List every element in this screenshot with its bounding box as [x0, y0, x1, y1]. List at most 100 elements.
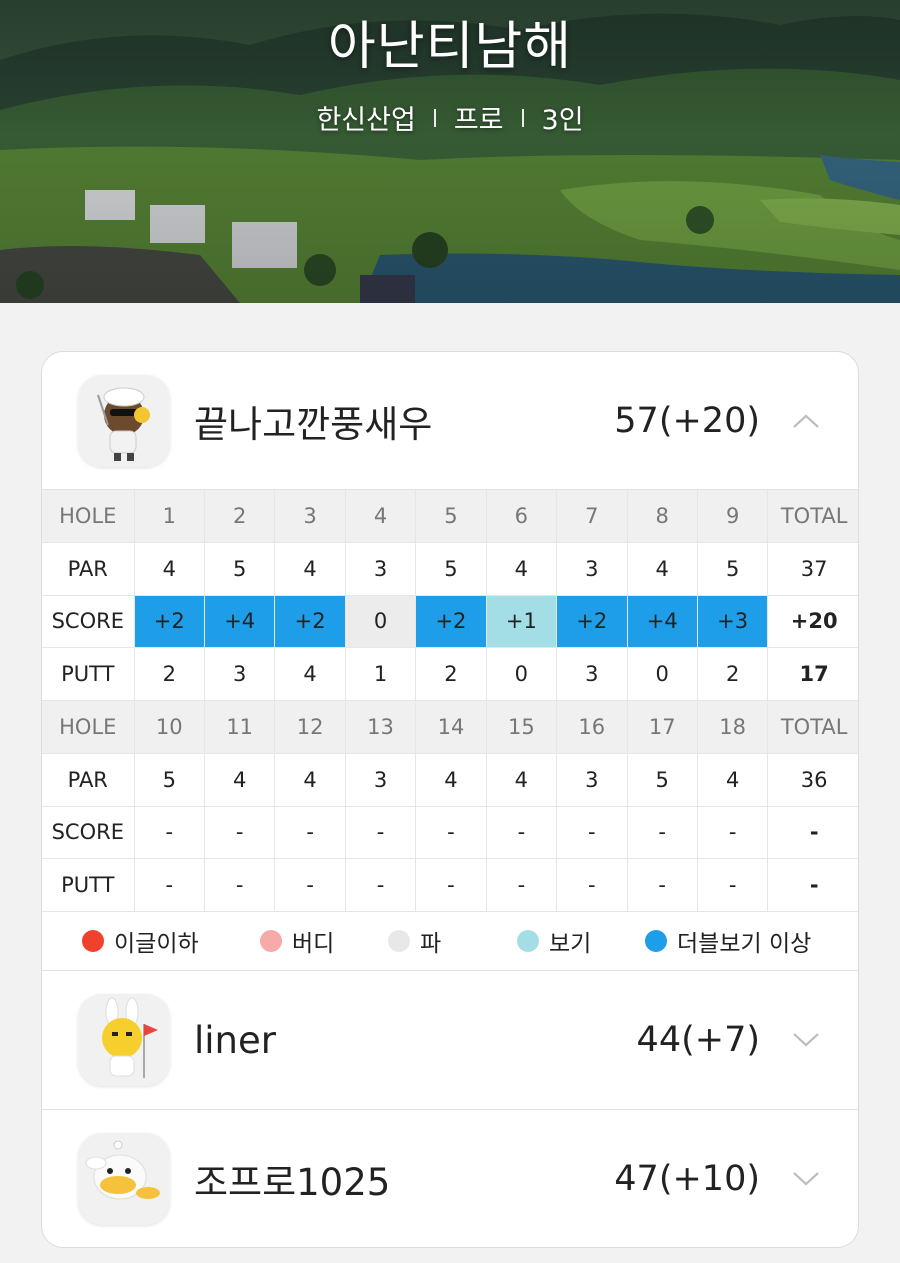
putt-cell: -: [556, 858, 628, 912]
light-blue-dot-icon: [517, 930, 539, 952]
score-cell: -: [556, 805, 628, 860]
legend-item-bogey: 보기: [517, 912, 591, 970]
chevron-up-icon[interactable]: [792, 413, 820, 429]
bunny-golfer-icon: [78, 994, 170, 1086]
row-label: SCORE: [42, 594, 135, 649]
player-total-score: 47(+10): [614, 1159, 760, 1199]
putt-cell: -: [626, 858, 698, 912]
score-cell: +2: [274, 594, 346, 649]
par-cell: 5: [696, 541, 769, 596]
pink-dot-icon: [260, 930, 282, 952]
putt-cell: 3: [556, 647, 628, 701]
course-players: 3인: [541, 105, 584, 136]
golfer-bear-icon: [78, 375, 170, 467]
hole-number: 11: [203, 700, 276, 754]
legend-item-double-bogey: 더블보기 이상: [645, 912, 811, 970]
par-total: 36: [767, 752, 858, 807]
hole-number: 7: [556, 489, 628, 543]
legend-item-birdie: 버디: [260, 912, 334, 970]
par-cell: 3: [556, 752, 628, 807]
par-cell: 4: [485, 752, 558, 807]
putt-cell: -: [203, 858, 276, 912]
par-cell: 5: [415, 541, 487, 596]
row-label: PAR: [42, 752, 135, 807]
legend-item-eagle: 이글이하: [82, 912, 199, 970]
putt-cell: 0: [626, 647, 698, 701]
score-row-front: SCORE +2 +4 +2 0 +2 +1 +2 +4 +3 +20: [42, 594, 858, 649]
score-total: +20: [767, 594, 858, 649]
hole-row-front: HOLE 1 2 3 4 5 6 7 8 9 TOTAL: [42, 489, 858, 543]
putt-cell: 4: [274, 647, 346, 701]
player-name: 끝나고깐풍새우: [194, 403, 433, 446]
score-cell: +2: [133, 594, 205, 649]
row-label: HOLE: [42, 489, 135, 543]
score-total: -: [767, 805, 858, 860]
player-name: 조프로1025: [194, 1161, 391, 1204]
putt-cell: -: [696, 858, 769, 912]
scorecard-panel: 끝나고깐풍새우 57(+20) HOLE 1 2 3 4 5 6 7 8 9 T…: [41, 351, 859, 1248]
score-cell: -: [485, 805, 558, 860]
par-row-back: PAR 5 4 4 3 4 4 3 5 4 36: [42, 752, 858, 807]
chevron-down-icon[interactable]: [792, 1171, 820, 1187]
putt-cell: 2: [696, 647, 769, 701]
par-cell: 4: [203, 752, 276, 807]
hole-row-back: HOLE 10 11 12 13 14 15 16 17 18 TOTAL: [42, 700, 858, 754]
par-cell: 3: [344, 752, 417, 807]
score-legend: 이글이하 버디 파 보기 더블보기 이상: [42, 912, 858, 970]
course-level: 프로: [453, 105, 504, 136]
putt-cell: 3: [203, 647, 276, 701]
score-cell: -: [415, 805, 487, 860]
total-label: TOTAL: [767, 700, 858, 754]
player-row-2[interactable]: liner 44(+7): [42, 971, 858, 1109]
putt-total: 17: [767, 647, 858, 701]
hole-number: 14: [415, 700, 487, 754]
score-cell: +2: [556, 594, 628, 649]
player-row-1[interactable]: 끝나고깐풍새우 57(+20): [42, 352, 858, 490]
par-cell: 4: [274, 541, 346, 596]
putt-row-back: PUTT - - - - - - - - - -: [42, 858, 858, 912]
legend-item-par: 파: [388, 912, 441, 970]
par-cell: 4: [696, 752, 769, 807]
par-row-front: PAR 4 5 4 3 5 4 3 4 5 37: [42, 541, 858, 596]
chevron-down-icon[interactable]: [792, 1032, 820, 1048]
score-row-back: SCORE - - - - - - - - - -: [42, 805, 858, 860]
score-cell: -: [344, 805, 417, 860]
legend-label: 이글이하: [114, 931, 199, 957]
red-dot-icon: [82, 930, 104, 952]
putt-cell: 0: [485, 647, 558, 701]
score-cell: +4: [203, 594, 276, 649]
putt-cell: 1: [344, 647, 417, 701]
hole-number: 4: [344, 489, 417, 543]
putt-row-front: PUTT 2 3 4 1 2 0 3 0 2 17: [42, 647, 858, 701]
separator: [433, 108, 436, 127]
legend-label: 파: [420, 931, 442, 957]
legend-label: 더블보기 이상: [677, 931, 812, 957]
hole-number: 10: [133, 700, 205, 754]
gray-dot-icon: [388, 930, 410, 952]
hole-number: 1: [133, 489, 205, 543]
hole-number: 13: [344, 700, 417, 754]
hole-number: 2: [203, 489, 276, 543]
score-cell: -: [203, 805, 276, 860]
putt-cell: 2: [415, 647, 487, 701]
row-label: PUTT: [42, 647, 135, 701]
course-subtitle: 한신산업 프로 3인: [0, 98, 900, 137]
hole-number: 5: [415, 489, 487, 543]
par-cell: 4: [415, 752, 487, 807]
score-table: HOLE 1 2 3 4 5 6 7 8 9 TOTAL PAR 4 5 4 3…: [42, 489, 858, 912]
player-total-score: 44(+7): [636, 1020, 760, 1060]
putt-total: -: [767, 858, 858, 912]
separator: [521, 108, 524, 127]
putt-cell: -: [415, 858, 487, 912]
duck-golfer-icon: [78, 1133, 170, 1225]
par-cell: 4: [485, 541, 558, 596]
player-row-3[interactable]: 조프로1025 47(+10): [42, 1110, 858, 1247]
score-cell: -: [274, 805, 346, 860]
row-label: PUTT: [42, 858, 135, 912]
putt-cell: -: [274, 858, 346, 912]
score-cell: +2: [415, 594, 487, 649]
score-cell: +3: [696, 594, 769, 649]
score-cell: -: [133, 805, 205, 860]
hole-number: 12: [274, 700, 346, 754]
par-cell: 5: [626, 752, 698, 807]
